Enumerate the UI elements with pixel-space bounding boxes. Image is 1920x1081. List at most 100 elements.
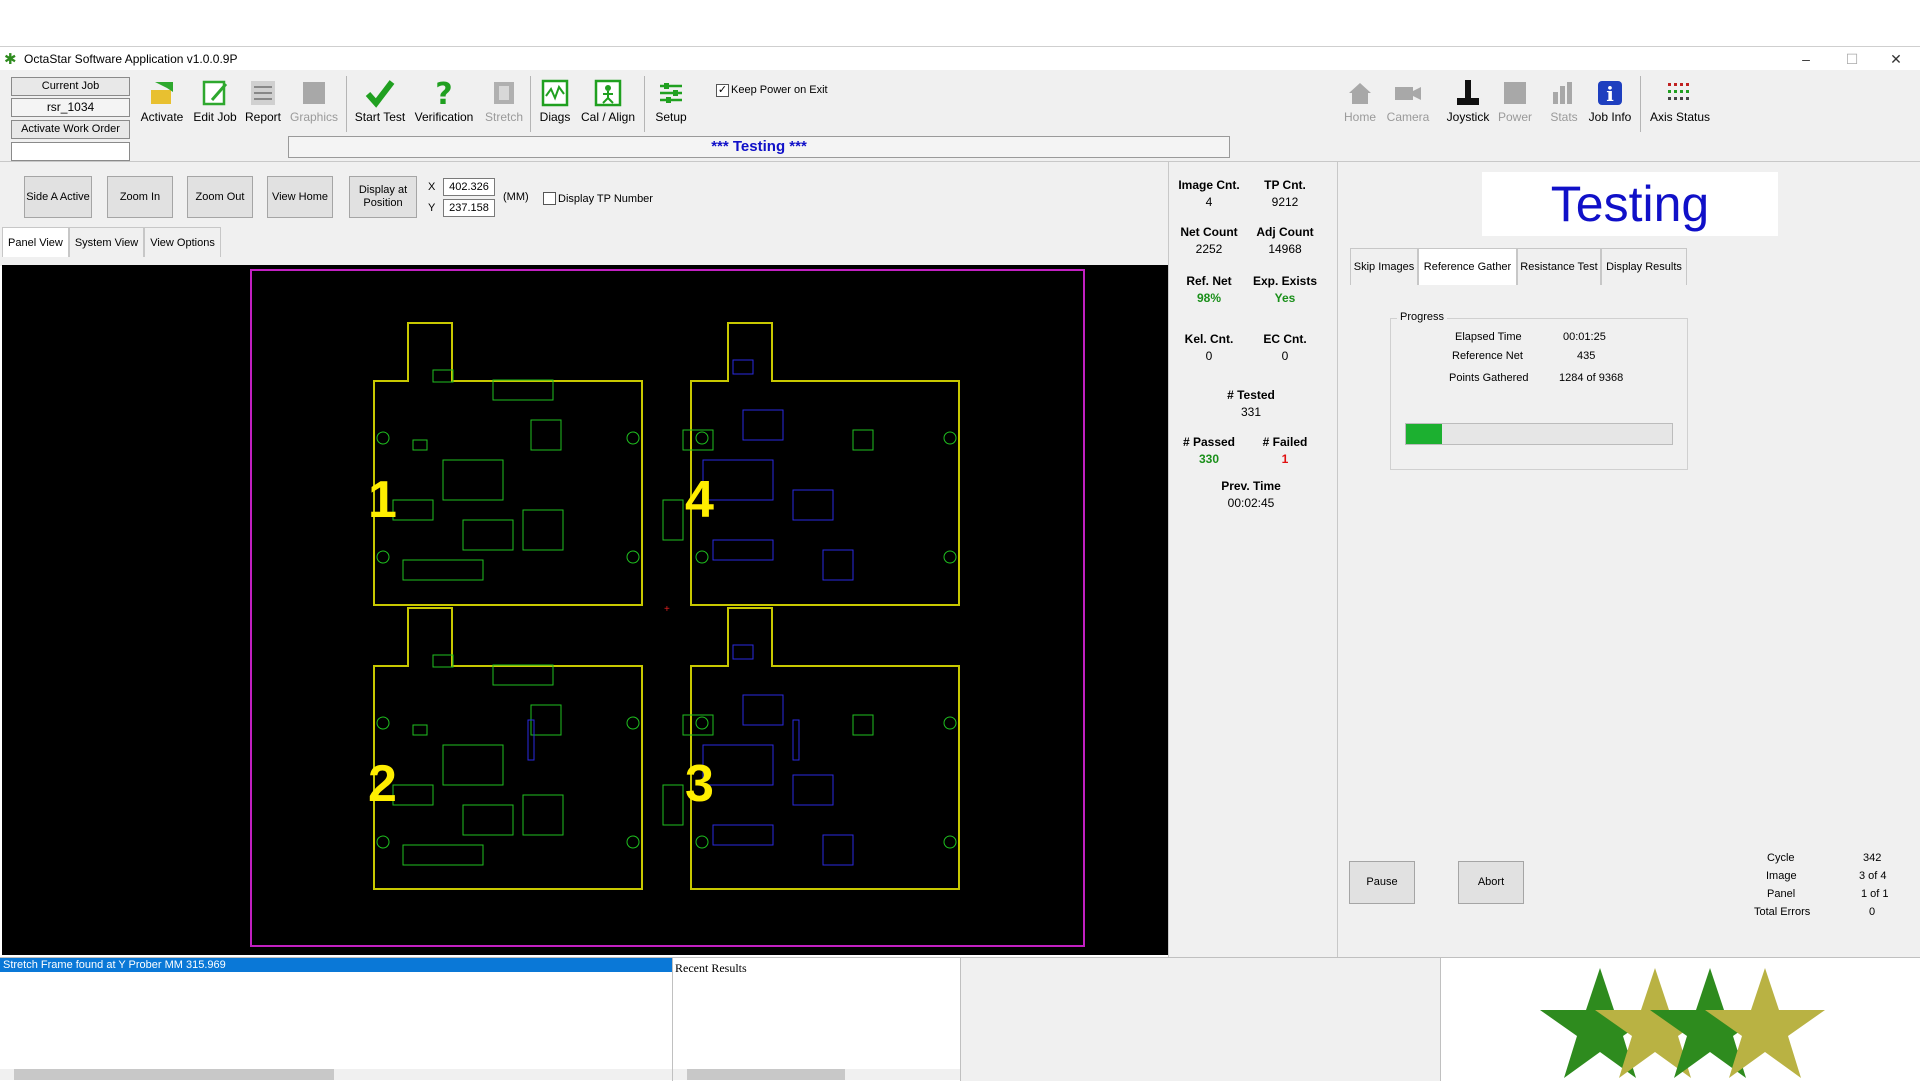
stretch-icon: [494, 82, 514, 104]
side-a-active-button[interactable]: Side A Active: [24, 176, 92, 218]
tab-system-view[interactable]: System View: [68, 227, 145, 257]
power-button[interactable]: Power: [1494, 78, 1536, 130]
prev-time-label: Prev. Time: [1221, 479, 1281, 493]
display-tp-number-label: Display TP Number: [558, 193, 653, 205]
job-info-button[interactable]: i Job Info: [1586, 78, 1634, 130]
results-scrollbar-thumb[interactable]: [687, 1069, 845, 1080]
pause-button[interactable]: Pause: [1349, 861, 1415, 904]
diags-button[interactable]: Diags: [536, 78, 574, 130]
board-number: 3: [685, 755, 714, 813]
report-button[interactable]: Report: [243, 78, 283, 130]
graphics-button[interactable]: Graphics: [288, 78, 340, 130]
axis-status-label: Axis Status: [1649, 110, 1711, 124]
cal-align-button[interactable]: Cal / Align: [578, 78, 638, 130]
tab-skip-images[interactable]: Skip Images: [1350, 248, 1418, 285]
log-list[interactable]: Stretch Frame found at Y Prober MM 315.9…: [0, 958, 673, 1081]
minimize-button[interactable]: –: [1786, 49, 1826, 69]
svg-text:i: i: [1606, 82, 1614, 106]
cal-align-label: Cal / Align: [580, 110, 636, 124]
ref-net-label: Ref. Net: [1186, 274, 1232, 288]
blank-panel: [961, 958, 1441, 1081]
home-button[interactable]: Home: [1338, 78, 1382, 130]
tab-display-results[interactable]: Display Results: [1601, 248, 1687, 285]
adj-count-value: 14968: [1268, 242, 1302, 256]
octastar-logo-icon: [1540, 968, 1825, 1078]
image-cnt-value: 4: [1205, 195, 1213, 209]
x-coordinate-field[interactable]: 402.326: [443, 178, 495, 196]
big-status-text: Testing: [1482, 172, 1778, 236]
stats-panel: Image Cnt. 4 TP Cnt. 9212 Net Count 2252 Ad…: [1168, 162, 1338, 957]
start-test-button[interactable]: Start Test: [354, 78, 406, 130]
stats-label: Stats: [1550, 110, 1578, 124]
display-at-position-button[interactable]: Display at Position: [349, 176, 417, 218]
log-entry-selected[interactable]: Stretch Frame found at Y Prober MM 315.9…: [0, 958, 672, 972]
activate-work-order-button[interactable]: Activate Work Order: [11, 120, 130, 139]
net-count-label: Net Count: [1180, 225, 1238, 239]
title-bar: ✱ OctaStar Software Application v1.0.0.9…: [0, 46, 1920, 70]
work-order-input[interactable]: [11, 142, 130, 161]
total-errors-label: Total Errors: [1754, 906, 1811, 918]
view-home-button[interactable]: View Home: [267, 176, 333, 218]
camera-icon: [1395, 87, 1421, 100]
setup-button[interactable]: Setup: [650, 78, 692, 130]
board-traces: [376, 359, 957, 866]
elapsed-time-label: Elapsed Time: [1455, 331, 1522, 343]
exp-exists-value: Yes: [1274, 291, 1296, 305]
passed-value: 330: [1198, 452, 1220, 466]
keep-power-checkbox[interactable]: ✓: [716, 84, 729, 97]
report-icon: [251, 81, 275, 105]
zoom-in-button[interactable]: Zoom In: [107, 176, 173, 218]
activate-button[interactable]: Activate: [138, 78, 186, 130]
close-button[interactable]: ✕: [1876, 49, 1916, 69]
progress-bar-fill: [1406, 424, 1443, 444]
axis-status-button[interactable]: Axis Status: [1648, 78, 1712, 130]
tab-resistance-test[interactable]: Resistance Test: [1517, 248, 1601, 285]
toolbar-separator: [644, 76, 645, 132]
window-title: OctaStar Software Application v1.0.0.9P: [24, 52, 238, 66]
toolbar-separator: [1640, 76, 1641, 132]
progress-group: Progress Elapsed Time 00:01:25 Reference…: [1390, 311, 1688, 470]
job-name: rsr_1034: [11, 98, 130, 117]
app-logo-icon: ✱: [4, 51, 17, 68]
adj-count-label: Adj Count: [1256, 225, 1314, 239]
edit-job-button[interactable]: Edit Job: [190, 78, 240, 130]
log-scrollbar-thumb[interactable]: [14, 1069, 334, 1080]
reference-net-value: 435: [1577, 350, 1596, 362]
display-at-position-line1: Display at: [358, 184, 408, 196]
stretch-label: Stretch: [484, 110, 523, 124]
stats-button[interactable]: Stats: [1544, 78, 1584, 130]
tab-view-options[interactable]: View Options: [144, 227, 221, 257]
zoom-out-button[interactable]: Zoom Out: [187, 176, 253, 218]
tested-value: 331: [1240, 405, 1262, 419]
elapsed-time-value: 00:01:25: [1563, 331, 1606, 343]
display-tp-number-checkbox[interactable]: [543, 192, 556, 205]
points-gathered-value: 1284 of 9368: [1559, 372, 1624, 384]
camera-button[interactable]: Camera: [1384, 78, 1432, 130]
maximize-button[interactable]: ☐: [1832, 49, 1872, 69]
edit-job-label: Edit Job: [193, 110, 237, 124]
activate-label: Activate: [140, 110, 184, 124]
recent-results-list[interactable]: Recent Results: [673, 958, 961, 1081]
joystick-icon: [1457, 80, 1479, 105]
verification-button[interactable]: ? Verification: [412, 78, 476, 130]
y-coordinate-field[interactable]: 237.158: [443, 199, 495, 217]
diags-label: Diags: [539, 110, 571, 124]
cycle-label: Cycle: [1767, 852, 1795, 864]
failed-value: 1: [1281, 452, 1289, 466]
joystick-button[interactable]: Joystick: [1444, 78, 1492, 130]
tab-reference-gather[interactable]: Reference Gather: [1418, 248, 1517, 285]
passed-label: # Passed: [1182, 435, 1236, 449]
image-value: 3 of 4: [1859, 870, 1887, 882]
stretch-button[interactable]: Stretch: [482, 78, 526, 130]
tab-panel-view[interactable]: Panel View: [2, 227, 69, 257]
ec-cnt-value: 0: [1281, 349, 1289, 363]
net-count-value: 2252: [1195, 242, 1223, 256]
panel-label: Panel: [1767, 888, 1796, 900]
display-at-position-line2: Position: [363, 197, 403, 209]
image-label: Image: [1766, 870, 1797, 882]
kel-cnt-label: Kel. Cnt.: [1184, 332, 1234, 346]
status-banner: *** Testing ***: [288, 136, 1230, 158]
abort-button[interactable]: Abort: [1458, 861, 1524, 904]
progress-bar: [1405, 423, 1673, 445]
camera-label: Camera: [1386, 110, 1430, 124]
